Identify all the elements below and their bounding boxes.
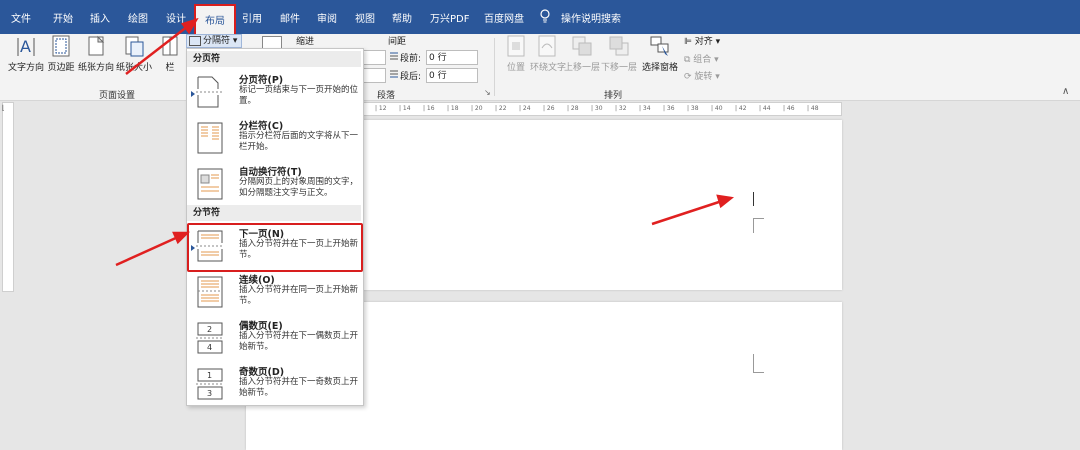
arrow-to-next-page-item xyxy=(115,235,179,267)
arrow-head xyxy=(716,194,735,209)
arrow-head xyxy=(180,17,199,35)
arrow-to-cursor xyxy=(651,199,723,226)
arrow-to-layout-tab xyxy=(125,25,189,75)
annotation-arrows xyxy=(115,17,735,267)
arrow-head xyxy=(172,231,191,245)
